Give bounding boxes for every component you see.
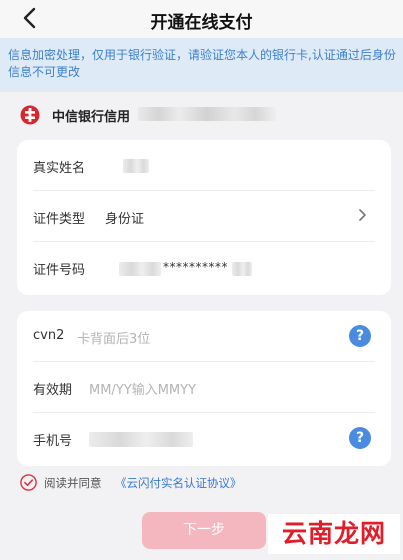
expiry-row: 有效期 MM/YY输入MMYY — [33, 362, 375, 413]
bank-card-row: 中信银行信用 — [0, 100, 403, 130]
cvn2-label: cvn2 — [33, 328, 65, 343]
id-number-suffix-redacted — [232, 262, 252, 276]
nav-bar: 开通在线支付 — [0, 0, 403, 38]
id-type-label: 证件类型 — [33, 212, 86, 227]
cvn2-row: cvn2 卡背面后3位 ? — [33, 311, 375, 362]
bank-card-number-redacted — [138, 107, 276, 121]
help-icon[interactable]: ? — [349, 427, 371, 449]
phone-label: 手机号 — [33, 434, 73, 449]
card-verification-card: cvn2 卡背面后3位 ? 有效期 MM/YY输入MMYY 手机号 ? — [17, 311, 391, 466]
bank-logo-icon — [20, 105, 40, 125]
expiry-label: 有效期 — [33, 383, 73, 398]
agreement-prefix: 阅读并同意 — [44, 476, 102, 490]
id-type-value: 身份证 — [105, 212, 145, 227]
help-icon[interactable]: ? — [349, 325, 371, 347]
id-type-row[interactable]: 证件类型 身份证 — [33, 191, 375, 242]
id-number-prefix-redacted — [119, 262, 161, 276]
agreement-link[interactable]: 《云闪付实名认证协议》 — [115, 475, 242, 491]
phone-row: 手机号 ? — [33, 413, 375, 464]
id-number-row[interactable]: 证件号码 ********** — [33, 242, 375, 293]
bank-name: 中信银行信用 — [52, 110, 131, 125]
identity-card: 真实姓名 证件类型 身份证 证件号码 ********** — [17, 140, 391, 295]
expiry-input[interactable]: MM/YY输入MMYY — [89, 379, 196, 398]
id-number-label: 证件号码 — [33, 263, 86, 278]
name-value-redacted — [123, 159, 149, 173]
phone-input-redacted[interactable] — [89, 432, 193, 447]
page-title: 开通在线支付 — [150, 13, 253, 33]
name-row[interactable]: 真实姓名 — [33, 140, 375, 191]
id-number-masked: ********** — [163, 260, 228, 274]
chevron-right-icon — [359, 209, 366, 221]
cvn2-input[interactable]: 卡背面后3位 — [77, 328, 150, 347]
info-notice: 信息加密处理，仅用于银行验证，请验证您本人的银行卡,认证通过后身份信息不可更改 — [0, 38, 403, 92]
name-label: 真实姓名 — [33, 161, 86, 176]
check-circle-icon[interactable] — [20, 474, 37, 491]
next-step-button[interactable]: 下一步 — [142, 512, 266, 549]
site-watermark: 云南龙网 — [268, 514, 400, 554]
